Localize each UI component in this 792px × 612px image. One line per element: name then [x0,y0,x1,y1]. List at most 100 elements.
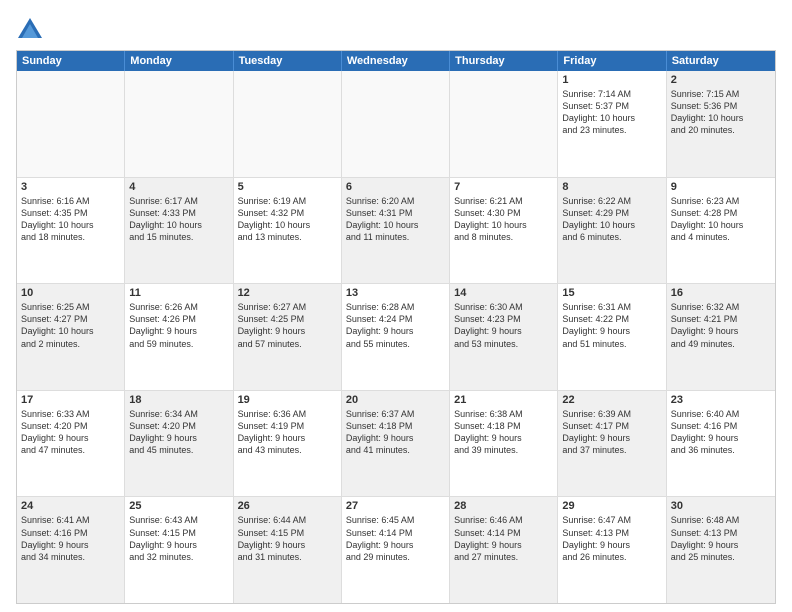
calendar-cell [450,71,558,177]
calendar-cell: 23 Sunrise: 6:40 AM Sunset: 4:16 PM Dayli… [667,391,775,497]
cell-sun-info: Sunrise: 6:28 AM Sunset: 4:24 PM Dayligh… [346,301,445,350]
calendar-cell: 22 Sunrise: 6:39 AM Sunset: 4:17 PM Dayli… [558,391,666,497]
cell-sun-info: Sunrise: 6:21 AM Sunset: 4:30 PM Dayligh… [454,195,553,244]
day-number: 1 [562,74,661,86]
cell-sun-info: Sunrise: 6:26 AM Sunset: 4:26 PM Dayligh… [129,301,228,350]
cell-sun-info: Sunrise: 6:16 AM Sunset: 4:35 PM Dayligh… [21,195,120,244]
calendar-cell: 11 Sunrise: 6:26 AM Sunset: 4:26 PM Dayli… [125,284,233,390]
cell-sun-info: Sunrise: 6:40 AM Sunset: 4:16 PM Dayligh… [671,408,771,457]
logo-icon [16,16,44,44]
cell-sun-info: Sunrise: 6:27 AM Sunset: 4:25 PM Dayligh… [238,301,337,350]
day-number: 18 [129,394,228,406]
calendar-cell: 19 Sunrise: 6:36 AM Sunset: 4:19 PM Dayli… [234,391,342,497]
calendar-cell [125,71,233,177]
calendar-cell: 12 Sunrise: 6:27 AM Sunset: 4:25 PM Dayli… [234,284,342,390]
day-number: 24 [21,500,120,512]
calendar-cell: 15 Sunrise: 6:31 AM Sunset: 4:22 PM Dayli… [558,284,666,390]
day-number: 2 [671,74,771,86]
day-number: 26 [238,500,337,512]
day-number: 16 [671,287,771,299]
calendar-cell: 8 Sunrise: 6:22 AM Sunset: 4:29 PM Daylig… [558,178,666,284]
calendar-row-3: 17 Sunrise: 6:33 AM Sunset: 4:20 PM Dayli… [17,391,775,498]
calendar-body: 1 Sunrise: 7:14 AM Sunset: 5:37 PM Daylig… [17,71,775,603]
day-number: 20 [346,394,445,406]
cell-sun-info: Sunrise: 6:31 AM Sunset: 4:22 PM Dayligh… [562,301,661,350]
cell-sun-info: Sunrise: 6:22 AM Sunset: 4:29 PM Dayligh… [562,195,661,244]
cell-sun-info: Sunrise: 6:45 AM Sunset: 4:14 PM Dayligh… [346,514,445,563]
calendar-cell: 26Sunrise: 6:44 AM Sunset: 4:15 PM Dayli… [234,497,342,603]
cell-sun-info: Sunrise: 6:43 AM Sunset: 4:15 PM Dayligh… [129,514,228,563]
calendar-cell: 10 Sunrise: 6:25 AM Sunset: 4:27 PM Dayli… [17,284,125,390]
calendar-header-thursday: Thursday [450,51,558,71]
calendar-header-wednesday: Wednesday [342,51,450,71]
cell-sun-info: Sunrise: 7:15 AM Sunset: 5:36 PM Dayligh… [671,88,771,137]
calendar-cell: 2 Sunrise: 7:15 AM Sunset: 5:36 PM Daylig… [667,71,775,177]
calendar-cell [342,71,450,177]
calendar: SundayMondayTuesdayWednesdayThursdayFrid… [16,50,776,604]
day-number: 23 [671,394,771,406]
day-number: 30 [671,500,771,512]
calendar-row-2: 10 Sunrise: 6:25 AM Sunset: 4:27 PM Dayli… [17,284,775,391]
calendar-cell: 29Sunrise: 6:47 AM Sunset: 4:13 PM Dayli… [558,497,666,603]
cell-sun-info: Sunrise: 6:39 AM Sunset: 4:17 PM Dayligh… [562,408,661,457]
cell-sun-info: Sunrise: 6:33 AM Sunset: 4:20 PM Dayligh… [21,408,120,457]
calendar-cell: 5 Sunrise: 6:19 AM Sunset: 4:32 PM Daylig… [234,178,342,284]
calendar-cell: 9 Sunrise: 6:23 AM Sunset: 4:28 PM Daylig… [667,178,775,284]
cell-sun-info: Sunrise: 6:48 AM Sunset: 4:13 PM Dayligh… [671,514,771,563]
day-number: 12 [238,287,337,299]
logo [16,16,48,44]
day-number: 22 [562,394,661,406]
calendar-header-sunday: Sunday [17,51,125,71]
day-number: 15 [562,287,661,299]
calendar-cell: 3 Sunrise: 6:16 AM Sunset: 4:35 PM Daylig… [17,178,125,284]
day-number: 4 [129,181,228,193]
cell-sun-info: Sunrise: 7:14 AM Sunset: 5:37 PM Dayligh… [562,88,661,137]
calendar-cell: 24 Sunrise: 6:41 AM Sunset: 4:16 PM Dayli… [17,497,125,603]
day-number: 17 [21,394,120,406]
day-number: 19 [238,394,337,406]
calendar-cell: 16 Sunrise: 6:32 AM Sunset: 4:21 PM Dayli… [667,284,775,390]
calendar-cell: 18Sunrise: 6:34 AM Sunset: 4:20 PM Dayli… [125,391,233,497]
day-number: 8 [562,181,661,193]
calendar-cell: 14 Sunrise: 6:30 AM Sunset: 4:23 PM Dayli… [450,284,558,390]
day-number: 3 [21,181,120,193]
day-number: 5 [238,181,337,193]
cell-sun-info: Sunrise: 6:23 AM Sunset: 4:28 PM Dayligh… [671,195,771,244]
day-number: 10 [21,287,120,299]
cell-sun-info: Sunrise: 6:32 AM Sunset: 4:21 PM Dayligh… [671,301,771,350]
calendar-header-tuesday: Tuesday [234,51,342,71]
page: SundayMondayTuesdayWednesdayThursdayFrid… [0,0,792,612]
day-number: 25 [129,500,228,512]
calendar-cell: 6 Sunrise: 6:20 AM Sunset: 4:31 PM Daylig… [342,178,450,284]
calendar-cell: 25 Sunrise: 6:43 AM Sunset: 4:15 PM Dayli… [125,497,233,603]
calendar-header-row: SundayMondayTuesdayWednesdayThursdayFrid… [17,51,775,71]
day-number: 14 [454,287,553,299]
cell-sun-info: Sunrise: 6:46 AM Sunset: 4:14 PM Dayligh… [454,514,553,563]
calendar-cell [234,71,342,177]
calendar-cell: 13Sunrise: 6:28 AM Sunset: 4:24 PM Dayli… [342,284,450,390]
calendar-cell: 30 Sunrise: 6:48 AM Sunset: 4:13 PM Dayli… [667,497,775,603]
cell-sun-info: Sunrise: 6:30 AM Sunset: 4:23 PM Dayligh… [454,301,553,350]
calendar-cell: 17 Sunrise: 6:33 AM Sunset: 4:20 PM Dayli… [17,391,125,497]
calendar-cell: 27Sunrise: 6:45 AM Sunset: 4:14 PM Dayli… [342,497,450,603]
calendar-cell: 28Sunrise: 6:46 AM Sunset: 4:14 PM Dayli… [450,497,558,603]
calendar-row-4: 24 Sunrise: 6:41 AM Sunset: 4:16 PM Dayli… [17,497,775,603]
calendar-cell: 20Sunrise: 6:37 AM Sunset: 4:18 PM Dayli… [342,391,450,497]
calendar-cell: 4Sunrise: 6:17 AM Sunset: 4:33 PM Daylig… [125,178,233,284]
cell-sun-info: Sunrise: 6:36 AM Sunset: 4:19 PM Dayligh… [238,408,337,457]
calendar-cell [17,71,125,177]
header [16,12,776,44]
cell-sun-info: Sunrise: 6:47 AM Sunset: 4:13 PM Dayligh… [562,514,661,563]
cell-sun-info: Sunrise: 6:25 AM Sunset: 4:27 PM Dayligh… [21,301,120,350]
day-number: 9 [671,181,771,193]
day-number: 7 [454,181,553,193]
calendar-row-0: 1 Sunrise: 7:14 AM Sunset: 5:37 PM Daylig… [17,71,775,178]
cell-sun-info: Sunrise: 6:38 AM Sunset: 4:18 PM Dayligh… [454,408,553,457]
day-number: 6 [346,181,445,193]
day-number: 11 [129,287,228,299]
calendar-row-1: 3 Sunrise: 6:16 AM Sunset: 4:35 PM Daylig… [17,178,775,285]
cell-sun-info: Sunrise: 6:19 AM Sunset: 4:32 PM Dayligh… [238,195,337,244]
calendar-header-friday: Friday [558,51,666,71]
cell-sun-info: Sunrise: 6:20 AM Sunset: 4:31 PM Dayligh… [346,195,445,244]
cell-sun-info: Sunrise: 6:41 AM Sunset: 4:16 PM Dayligh… [21,514,120,563]
